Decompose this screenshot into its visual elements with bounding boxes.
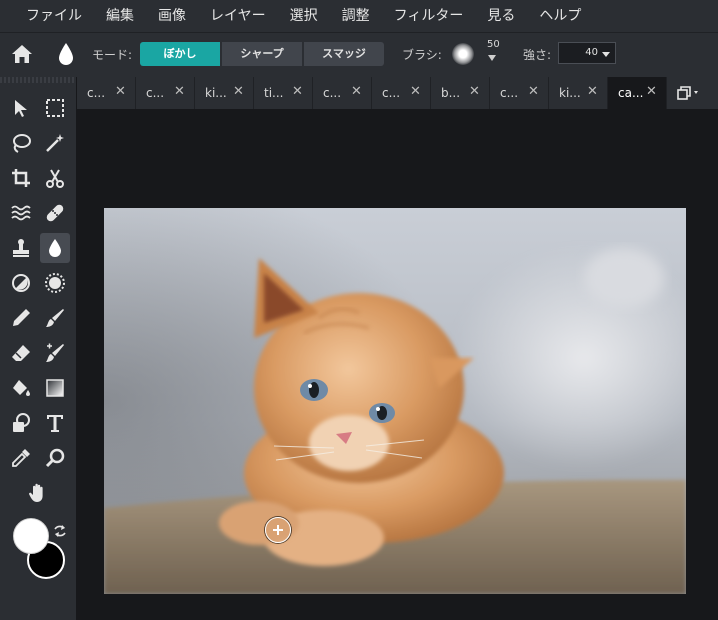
scissors-icon[interactable] bbox=[40, 163, 70, 193]
brush-cursor bbox=[265, 517, 291, 543]
marquee-icon[interactable] bbox=[40, 93, 70, 123]
tab-label: ki... bbox=[205, 86, 227, 100]
tab-label: ti... bbox=[264, 86, 284, 100]
menu-edit[interactable]: 編集 bbox=[94, 0, 146, 32]
tab-label: c... bbox=[323, 86, 342, 100]
tab-label: b... bbox=[441, 86, 461, 100]
menu-image[interactable]: 画像 bbox=[146, 0, 198, 32]
close-icon[interactable]: ✕ bbox=[410, 85, 421, 99]
bucket-icon[interactable] bbox=[6, 373, 36, 403]
brush-size: 50 bbox=[487, 39, 500, 50]
stamp-icon[interactable] bbox=[6, 233, 36, 263]
document-tab-active[interactable]: ca... ✕ bbox=[608, 77, 667, 109]
close-icon[interactable]: ✕ bbox=[233, 85, 244, 99]
document-tab[interactable]: ki... ✕ bbox=[549, 77, 608, 109]
menu-help[interactable]: ヘルプ bbox=[527, 0, 593, 32]
tab-overflow-menu[interactable] bbox=[667, 77, 707, 109]
close-icon[interactable]: ✕ bbox=[587, 85, 598, 99]
tab-label: c... bbox=[382, 86, 401, 100]
hand-icon[interactable] bbox=[23, 478, 53, 508]
mode-blur-button[interactable]: ぼかし bbox=[140, 42, 222, 66]
menu-bar: ファイル 編集 画像 レイヤー 選択 調整 フィルター 見る ヘルプ bbox=[0, 0, 718, 32]
strength-label: 強さ: bbox=[523, 48, 552, 62]
select-arrow-icon[interactable] bbox=[6, 93, 36, 123]
strength-value: 40 bbox=[585, 47, 598, 58]
menu-select[interactable]: 選択 bbox=[278, 0, 330, 32]
strength-dropdown[interactable]: 40 bbox=[558, 42, 616, 64]
tab-label: c... bbox=[146, 86, 165, 100]
mode-sharpen-button[interactable]: シャープ bbox=[222, 42, 304, 66]
document-tabs: c... ✕ c... ✕ ki... ✕ ti... ✕ c... ✕ c... ✕ b.… bbox=[77, 77, 718, 109]
home-icon[interactable] bbox=[10, 43, 34, 65]
chevron-down-icon bbox=[602, 52, 610, 57]
zoom-icon[interactable] bbox=[40, 443, 70, 473]
document-tab[interactable]: c... ✕ bbox=[490, 77, 549, 109]
brush-icon[interactable] bbox=[40, 303, 70, 333]
eraser-icon[interactable] bbox=[6, 338, 36, 368]
blur-tool-indicator-icon bbox=[57, 41, 75, 67]
menu-file[interactable]: ファイル bbox=[0, 0, 94, 32]
eyedropper-icon[interactable] bbox=[6, 443, 36, 473]
sponge-icon[interactable] bbox=[40, 268, 70, 298]
color-replace-icon[interactable] bbox=[40, 338, 70, 368]
tab-label: ki... bbox=[559, 86, 581, 100]
tab-label: c... bbox=[500, 86, 519, 100]
bandage-icon[interactable] bbox=[40, 198, 70, 228]
close-icon[interactable]: ✕ bbox=[292, 85, 303, 99]
document-tab[interactable]: c... ✕ bbox=[77, 77, 136, 109]
liquify-icon[interactable] bbox=[6, 198, 36, 228]
pencil-icon[interactable] bbox=[6, 303, 36, 333]
document-tab[interactable]: c... ✕ bbox=[136, 77, 195, 109]
options-bar: モード: ぼかし シャープ スマッジ ブラシ: 50 強さ: 40 bbox=[0, 32, 718, 77]
close-icon[interactable]: ✕ bbox=[174, 85, 185, 99]
menu-view[interactable]: 見る bbox=[475, 0, 527, 32]
canvas-image[interactable] bbox=[104, 208, 686, 594]
close-icon[interactable]: ✕ bbox=[351, 85, 362, 99]
menu-adjust[interactable]: 調整 bbox=[330, 0, 382, 32]
gradient-icon[interactable] bbox=[40, 373, 70, 403]
mode-smudge-button[interactable]: スマッジ bbox=[304, 42, 384, 66]
document-tab[interactable]: c... ✕ bbox=[372, 77, 431, 109]
close-icon[interactable]: ✕ bbox=[115, 85, 126, 99]
close-icon[interactable]: ✕ bbox=[528, 85, 539, 99]
chevron-down-icon[interactable] bbox=[488, 55, 496, 61]
mode-label: モード: bbox=[92, 48, 133, 62]
panel-grip[interactable] bbox=[0, 77, 76, 83]
close-icon[interactable]: ✕ bbox=[469, 85, 480, 99]
swap-colors-icon[interactable] bbox=[52, 523, 68, 539]
shape-icon[interactable] bbox=[6, 408, 36, 438]
document-tab[interactable]: ti... ✕ bbox=[254, 77, 313, 109]
tab-label: ca... bbox=[618, 86, 644, 100]
menu-layer[interactable]: レイヤー bbox=[198, 0, 278, 32]
blur-drop-icon[interactable] bbox=[40, 233, 70, 263]
crop-icon[interactable] bbox=[6, 163, 36, 193]
brush-preview[interactable] bbox=[452, 43, 474, 65]
tool-panel bbox=[0, 77, 76, 620]
lasso-icon[interactable] bbox=[6, 128, 36, 158]
document-tab[interactable]: ki... ✕ bbox=[195, 77, 254, 109]
mode-segmented-control: ぼかし シャープ スマッジ bbox=[140, 42, 384, 66]
tab-label: c... bbox=[87, 86, 106, 100]
menu-filter[interactable]: フィルター bbox=[382, 0, 476, 32]
text-icon[interactable] bbox=[40, 408, 70, 438]
foreground-color-swatch[interactable] bbox=[13, 518, 49, 554]
document-tab[interactable]: b... ✕ bbox=[431, 77, 490, 109]
magic-wand-icon[interactable] bbox=[40, 128, 70, 158]
brush-label: ブラシ: bbox=[402, 48, 442, 62]
close-icon[interactable]: ✕ bbox=[646, 85, 657, 99]
document-tab[interactable]: c... ✕ bbox=[313, 77, 372, 109]
dodge-icon[interactable] bbox=[6, 268, 36, 298]
